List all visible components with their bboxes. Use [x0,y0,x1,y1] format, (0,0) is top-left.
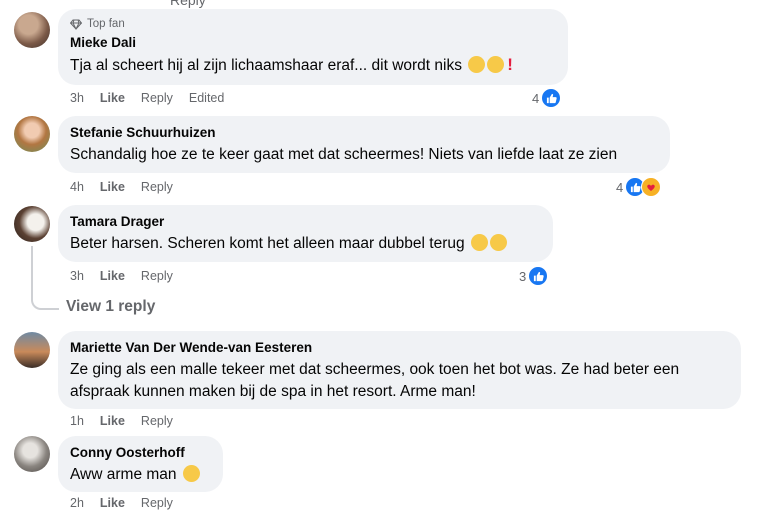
avatar[interactable] [14,12,50,48]
comment-bubble: Conny Oosterhoff Aww arme man [58,436,223,492]
thread-connector [31,294,59,310]
avatar[interactable] [14,436,50,472]
comment-actions: 3h Like Reply [70,269,189,283]
grinning-emoji [182,465,200,482]
rofl-emoji [470,234,488,251]
comment-author[interactable]: Mieke Dali [70,34,556,52]
comment-text: Ze ging als een malle tekeer met dat sch… [70,361,680,400]
comment-actions: 2h Like Reply [70,496,189,510]
reaction-summary[interactable]: 4 [616,177,662,197]
care-reaction-icon [641,177,662,197]
comment-author[interactable]: Tamara Drager [70,213,541,231]
avatar[interactable] [14,332,50,368]
top-fan-badge: Top fan [70,17,556,31]
thread-line [31,246,33,294]
edited-label: Edited [188,91,225,105]
laughing-emoji [487,56,505,73]
comment-author[interactable]: Mariette Van Der Wende-van Eesteren [70,339,729,357]
comment-time[interactable]: 3h [70,269,84,283]
reaction-summary[interactable]: 4 [532,88,562,108]
reply-link[interactable]: Reply [170,0,206,8]
comment-bubble: Tamara Drager Beter harsen. Scheren komt… [58,205,553,262]
comment-actions: 1h Like Reply [70,414,189,428]
diamond-icon [70,19,82,30]
exclamation-emoji: ! [507,55,513,74]
comment-text: Schandalig hoe ze te keer gaat met dat s… [70,146,618,163]
comment-time[interactable]: 4h [70,180,84,194]
comment-bubble: Stefanie Schuurhuizen Schandalig hoe ze … [58,116,670,173]
previous-comment-actions: Reply [0,0,766,8]
comment-text: Tja al scheert hij al zijn lichaamshaar … [70,55,513,74]
comment-time[interactable]: 1h [70,414,84,428]
like-link[interactable]: Like [100,180,125,194]
reply-link[interactable]: Reply [141,180,173,194]
comment-time[interactable]: 3h [70,91,84,105]
comment-author[interactable]: Conny Oosterhoff [70,444,211,462]
like-link[interactable]: Like [100,496,125,510]
comment-author[interactable]: Stefanie Schuurhuizen [70,124,658,142]
comment-time[interactable]: 2h [70,496,84,510]
like-reaction-icon [541,88,562,108]
reply-link[interactable]: Reply [141,414,173,428]
avatar[interactable] [14,206,50,242]
comment-text: Beter harsen. Scheren komt het alleen ma… [70,233,541,255]
reaction-summary[interactable]: 3 [519,266,549,286]
avatar[interactable] [14,116,50,152]
reaction-count: 4 [532,90,540,106]
like-reaction-icon [528,266,549,286]
reaction-count: 4 [616,179,624,195]
grinning-sweat-emoji [468,56,486,73]
reaction-count: 3 [519,268,527,284]
view-replies-link[interactable]: View 1 reply [66,298,155,316]
reply-link[interactable]: Reply [141,269,173,283]
like-link[interactable]: Like [100,414,125,428]
rofl-emoji [489,234,507,251]
comment-bubble: Mariette Van Der Wende-van Eesteren Ze g… [58,331,741,409]
badge-label: Top fan [87,18,125,30]
comment-actions: 4h Like Reply [70,180,189,194]
comment-actions: 3h Like Reply Edited [70,91,240,105]
reply-link[interactable]: Reply [141,91,173,105]
comment-text: Aww arme man [70,464,211,486]
like-link[interactable]: Like [100,269,125,283]
comment-bubble: Top fan Mieke Dali Tja al scheert hij al… [58,9,568,85]
reply-link[interactable]: Reply [141,496,173,510]
like-link[interactable]: Like [100,91,125,105]
